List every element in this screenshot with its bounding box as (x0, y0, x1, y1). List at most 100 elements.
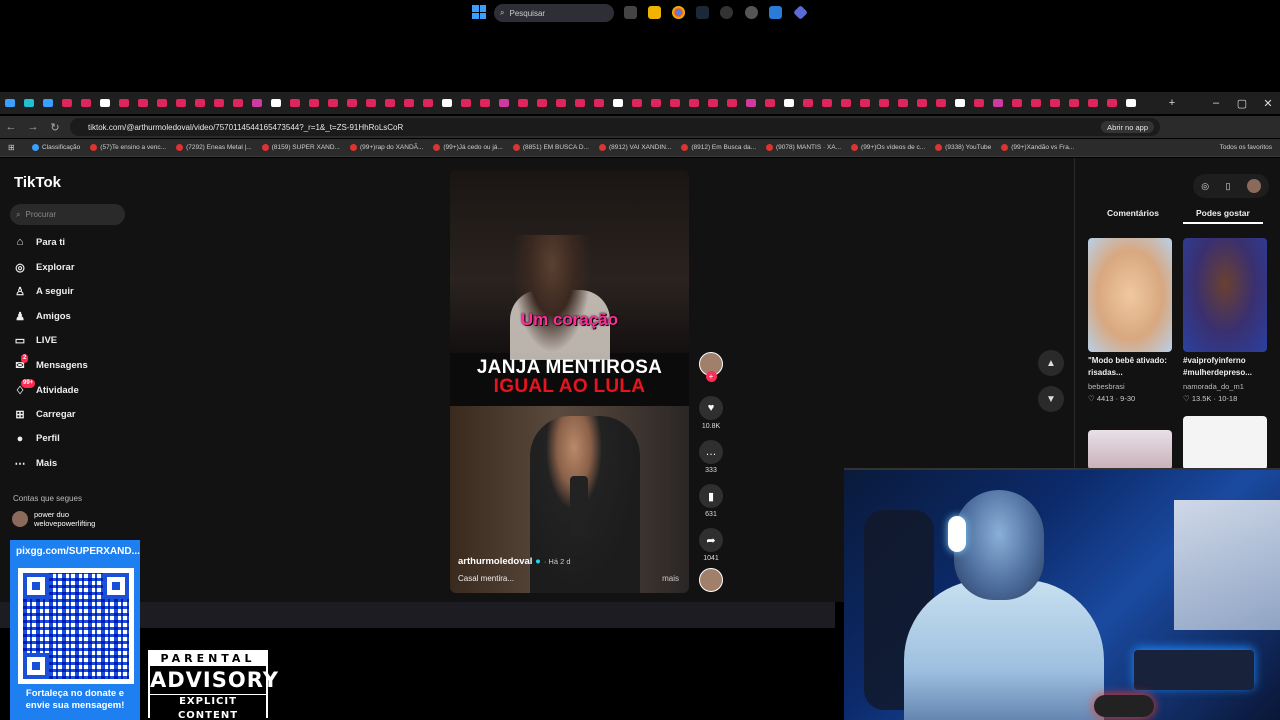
browser-tab[interactable] (570, 92, 589, 114)
browser-tab[interactable] (1064, 92, 1083, 114)
video-thumbnail[interactable] (1183, 416, 1267, 470)
avatar[interactable] (1246, 179, 1261, 193)
minimize-icon[interactable]: – (1204, 92, 1228, 114)
follow-plus-icon[interactable]: + (705, 371, 717, 382)
app-icon[interactable] (793, 5, 808, 20)
browser-tab[interactable] (456, 92, 475, 114)
url-field[interactable]: tiktok.com/@arthurmoledoval/video/757011… (70, 118, 1160, 136)
browser-tab[interactable] (228, 92, 247, 114)
browser-tab[interactable] (494, 92, 513, 114)
browser-tab[interactable] (1083, 92, 1102, 114)
browser-tab[interactable] (133, 92, 152, 114)
browser-tab[interactable] (114, 92, 133, 114)
steam-icon[interactable] (696, 6, 709, 19)
following-account-item[interactable]: power duo welovepowerlifting (12, 510, 95, 528)
video-thumbnail[interactable] (1088, 238, 1172, 352)
task-view-icon[interactable] (624, 6, 637, 19)
browser-tab[interactable] (1007, 92, 1026, 114)
browser-tab[interactable] (665, 92, 684, 114)
bookmark-item[interactable]: Classificação (32, 144, 80, 151)
bookmark-item[interactable]: (99+)Já cedo ou já... (433, 144, 503, 151)
browser-tab[interactable] (190, 92, 209, 114)
app-icon[interactable] (769, 6, 782, 19)
bookmark-item[interactable]: (9078) MANTIS · XA... (766, 144, 841, 151)
browser-tab[interactable] (285, 92, 304, 114)
browser-tab[interactable] (399, 92, 418, 114)
compass-icon[interactable]: ◎ (1201, 181, 1209, 192)
creator-avatar-button[interactable]: + (698, 352, 724, 382)
browser-tab[interactable] (817, 92, 836, 114)
browser-tab[interactable] (342, 92, 361, 114)
browser-tab[interactable] (418, 92, 437, 114)
browser-tab[interactable] (627, 92, 646, 114)
browser-tab[interactable] (836, 92, 855, 114)
sidebar-item-a-seguir[interactable]: ♙ A seguir (13, 285, 74, 298)
browser-tab[interactable] (950, 92, 969, 114)
apps-grid-icon[interactable]: ⊞ (8, 143, 22, 152)
browser-tab[interactable] (969, 92, 988, 114)
windows-start-icon[interactable] (472, 5, 486, 19)
video-thumbnail[interactable] (1088, 430, 1172, 470)
browser-tab[interactable] (608, 92, 627, 114)
taskbar-search-input[interactable]: ⌕ Pesquisar (494, 4, 614, 22)
browser-tab[interactable] (247, 92, 266, 114)
new-tab-button[interactable]: + (1160, 92, 1184, 114)
bookmark-item[interactable]: (7292) Eneas Metal |... (176, 144, 252, 151)
browser-tab[interactable] (684, 92, 703, 114)
browser-tab[interactable] (1121, 92, 1140, 114)
browser-tab[interactable] (893, 92, 912, 114)
browser-tab[interactable] (798, 92, 817, 114)
sidebar-item-para-ti[interactable]: ⌂ Para ti (13, 236, 65, 248)
bookmark-item[interactable]: (99+)Os vídeos de c... (851, 144, 925, 151)
file-explorer-icon[interactable] (648, 6, 661, 19)
close-window-icon[interactable]: ✕ (1256, 92, 1280, 114)
sidebar-item-carregar[interactable]: ⊞ Carregar (13, 408, 75, 421)
browser-tab[interactable] (380, 92, 399, 114)
bookmark-item[interactable]: (8159) SUPER XAND... (261, 144, 340, 151)
thumbnail-user[interactable]: bebesbrasi (1088, 382, 1125, 391)
browser-tab[interactable] (703, 92, 722, 114)
browser-tab[interactable] (95, 92, 114, 114)
browser-tab[interactable] (760, 92, 779, 114)
video-thumbnail[interactable] (1183, 238, 1267, 352)
browser-tab[interactable] (38, 92, 57, 114)
browser-tab[interactable] (266, 92, 285, 114)
browser-tab[interactable] (209, 92, 228, 114)
share-button[interactable]: ➦ 1041 (698, 528, 724, 562)
browser-tab[interactable] (988, 92, 1007, 114)
browser-tab[interactable] (779, 92, 798, 114)
bookmark-item[interactable]: (9338) YouTube (935, 144, 991, 151)
browser-tab[interactable] (475, 92, 494, 114)
sidebar-item-perfil[interactable]: ● Perfil (13, 433, 60, 445)
browser-tab[interactable] (1045, 92, 1064, 114)
browser-tab[interactable] (304, 92, 323, 114)
chrome-icon[interactable] (672, 6, 685, 19)
bookmark-item[interactable]: (99+)Xandão vs Fra... (1001, 144, 1074, 151)
browser-tab[interactable] (361, 92, 380, 114)
bookmark-item[interactable]: (8851) EM BUSCA D... (512, 144, 589, 151)
sidebar-item-live[interactable]: ▭ LIVE (13, 334, 57, 347)
like-button[interactable]: ♥ 10.8K (698, 396, 724, 430)
browser-tab[interactable] (513, 92, 532, 114)
browser-tab[interactable] (874, 92, 893, 114)
maximize-icon[interactable]: ▢ (1230, 92, 1254, 114)
next-video-button[interactable]: ▼ (1038, 386, 1064, 412)
browser-tab[interactable] (532, 92, 551, 114)
obs-icon[interactable] (720, 6, 733, 19)
video-player[interactable]: Um coração JANJA MENTIROSA IGUAL AO LULA… (450, 170, 689, 593)
browser-tab[interactable] (855, 92, 874, 114)
bookmark-item[interactable]: (57)Te ensino a venc... (90, 144, 166, 151)
previous-video-button[interactable]: ▲ (1038, 350, 1064, 376)
browser-tab[interactable] (1102, 92, 1121, 114)
sidebar-item-atividade[interactable]: ♢ Atividade 99+ (13, 378, 79, 397)
device-icon[interactable]: ▯ (1225, 181, 1230, 192)
browser-tab[interactable] (912, 92, 931, 114)
tiktok-logo[interactable]: TikTok (14, 174, 61, 191)
browser-tab[interactable] (171, 92, 190, 114)
bookmark-item[interactable]: (8912) VAI XANDIN... (598, 144, 671, 151)
browser-tab[interactable] (722, 92, 741, 114)
comment-button[interactable]: … 333 (698, 440, 724, 474)
sidebar-item-mais[interactable]: ⋯ Mais (13, 457, 58, 470)
sidebar-item-amigos[interactable]: ♟ Amigos (13, 310, 71, 323)
browser-tab[interactable] (741, 92, 760, 114)
